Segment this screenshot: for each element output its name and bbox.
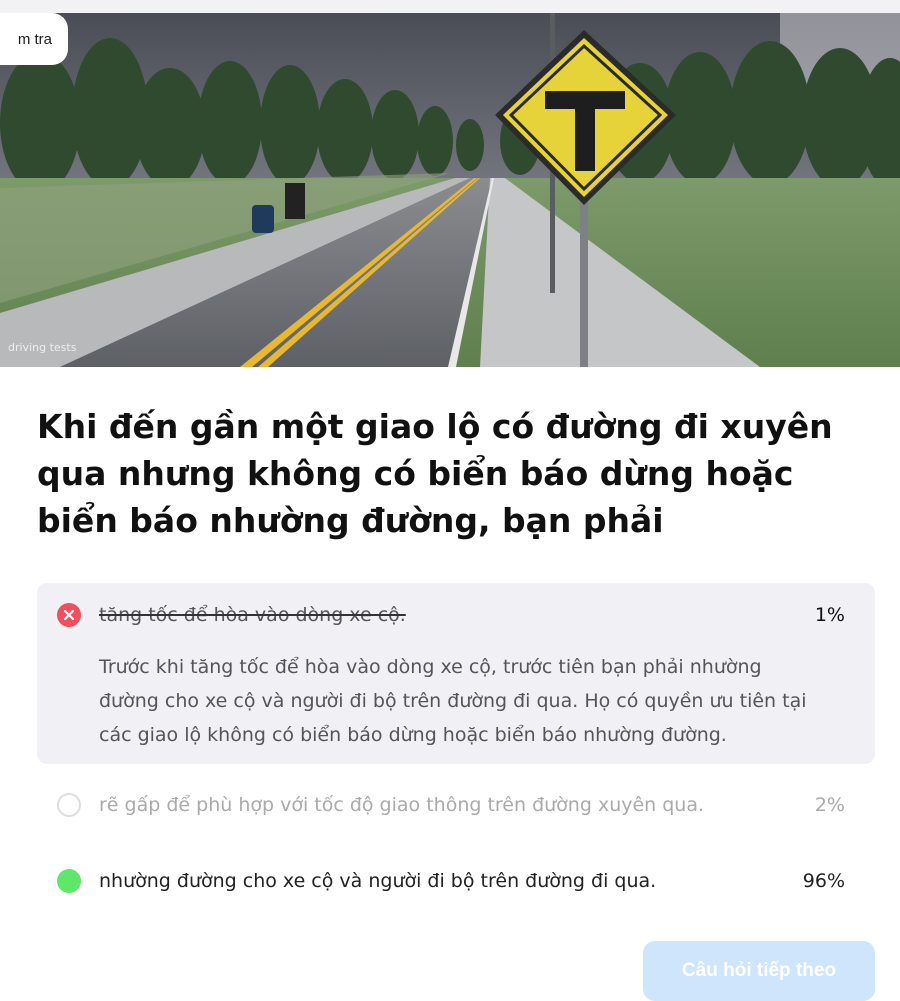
question-image: driving tests xyxy=(0,13,900,367)
answer-percent: 96% xyxy=(802,870,845,892)
test-mode-pill[interactable]: m tra xyxy=(0,13,68,65)
answer-option-1[interactable]: tăng tốc để hòa vào dòng xe cộ. 1% Trước… xyxy=(37,583,875,764)
next-question-button[interactable]: Câu hỏi tiếp theo xyxy=(643,941,875,1001)
test-mode-label: m tra xyxy=(17,30,52,48)
answer-option-3[interactable]: nhường đường cho xe cộ và người đi bộ tr… xyxy=(37,866,875,896)
answer-percent: 2% xyxy=(814,794,845,816)
answer-text: tăng tốc để hòa vào dòng xe cộ. xyxy=(99,604,406,626)
watermark-text: driving tests xyxy=(8,341,77,354)
incorrect-icon xyxy=(57,603,81,627)
correct-dot-icon xyxy=(57,869,81,893)
question-text: Khi đến gần một giao lộ có đường đi xuyê… xyxy=(37,407,833,540)
answer-percent: 1% xyxy=(814,604,845,626)
next-question-label: Câu hỏi tiếp theo xyxy=(681,959,837,981)
top-bar xyxy=(0,0,900,13)
road-scene-illustration: driving tests xyxy=(0,13,900,367)
answer-explanation: Trước khi tăng tốc để hòa vào dòng xe cộ… xyxy=(99,656,807,746)
radio-empty-icon xyxy=(57,793,81,817)
answer-text: nhường đường cho xe cộ và người đi bộ tr… xyxy=(99,870,657,892)
answer-option-2[interactable]: rẽ gấp để phù hợp với tốc độ giao thông … xyxy=(37,790,875,820)
answer-text: rẽ gấp để phù hợp với tốc độ giao thông … xyxy=(99,794,705,816)
